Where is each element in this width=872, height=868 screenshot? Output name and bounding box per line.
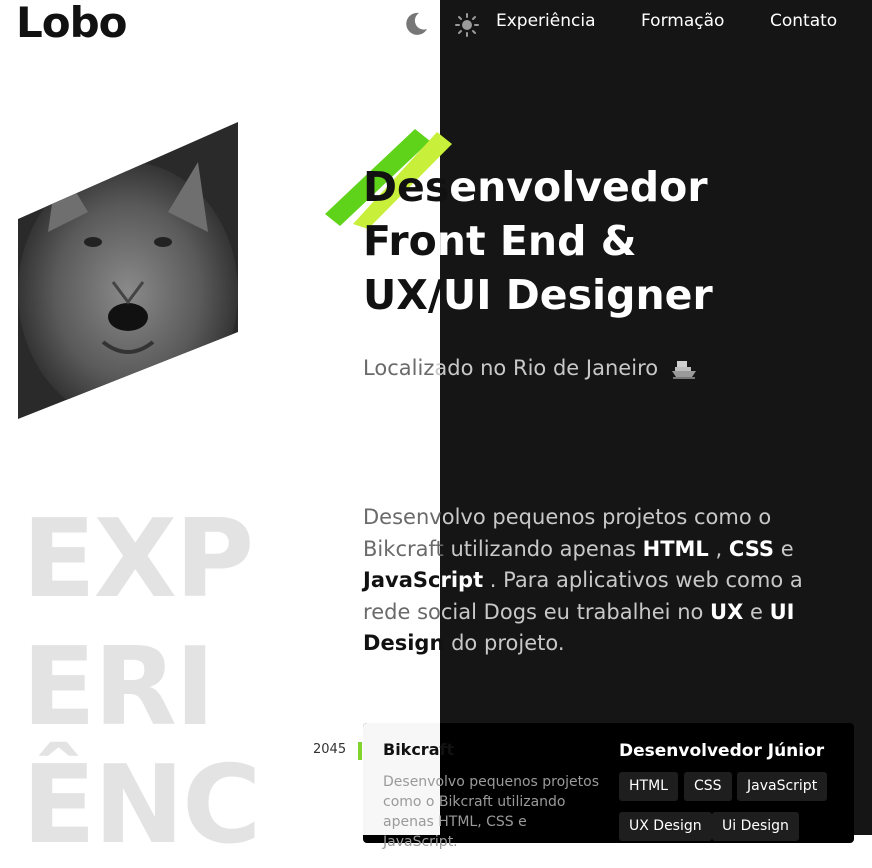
location-text: Localizado no Rio de Janeiro (363, 356, 697, 380)
about-line-5: Design do projeto. (363, 628, 833, 660)
about-text: Bikcraft utilizando apenas (363, 536, 636, 561)
tag-css: CSS (684, 772, 732, 801)
about-keyword: UX (710, 599, 744, 624)
about-keyword: Design (363, 631, 445, 655)
about-text: Desenvolvo pequenos projetos como o (363, 505, 772, 529)
about-text: , (715, 536, 723, 561)
about-line-4: rede social Dogs eu trabalhei no UX e UI (363, 597, 833, 629)
nav-experiencia[interactable]: Experiência (496, 11, 596, 31)
about-paragraph: Desenvolvo pequenos projetos como o Bikcr… (363, 502, 833, 660)
site-logo[interactable]: Lobo (16, 0, 128, 46)
experience-role: Desenvolvedor Júnior (619, 741, 825, 761)
tag-javascript: JavaScript (737, 772, 828, 801)
hero-title-line-2: Front End & (363, 217, 637, 265)
experience-card-accent (358, 742, 362, 760)
hero-title-line-1: Desenvolvedor (363, 163, 708, 211)
tag-ui-design: Ui Design (712, 812, 799, 841)
background-word-2: ERI (22, 625, 215, 750)
hero-title-line-3: UX/UI Designer (363, 271, 713, 319)
sun-icon[interactable] (455, 13, 479, 37)
tag-ux-design: UX Design (619, 812, 712, 841)
about-keyword: UI (769, 599, 795, 624)
about-keyword: JavaScript (363, 568, 484, 592)
about-text: e (750, 599, 763, 624)
about-keyword: CSS (728, 536, 774, 561)
experience-year: 2045 (313, 742, 347, 757)
about-text: rede social Dogs eu trabalhei no (363, 599, 704, 624)
about-line-2: Bikcraft utilizando apenas HTML , CSS e (363, 534, 833, 566)
tag-html: HTML (619, 772, 678, 801)
moon-icon[interactable] (403, 11, 429, 37)
boat-icon (671, 361, 696, 379)
about-text: do projeto. (451, 631, 565, 655)
about-text: e (780, 536, 794, 561)
nav-contato[interactable]: Contato (770, 11, 837, 31)
dark-theme-panel (440, 0, 872, 835)
hero-title: Desenvolvedor Front End & UX/UI Designer (363, 160, 713, 322)
about-line-3: JavaScript . Para aplicativos web como a (363, 565, 833, 597)
nav-formacao[interactable]: Formação (641, 11, 724, 31)
wolf-photo (18, 122, 238, 419)
about-text: . Para aplicativos web como a (489, 568, 803, 592)
background-word-3: ÊNC (22, 743, 261, 868)
experience-project-title: Bikcraft (383, 740, 455, 759)
about-keyword: HTML (642, 536, 709, 561)
experience-description: Desenvolvo pequenos projetos como o Bikc… (383, 774, 600, 850)
background-word-1: EXP (22, 497, 254, 622)
about-line-1: Desenvolvo pequenos projetos como o (363, 502, 833, 534)
